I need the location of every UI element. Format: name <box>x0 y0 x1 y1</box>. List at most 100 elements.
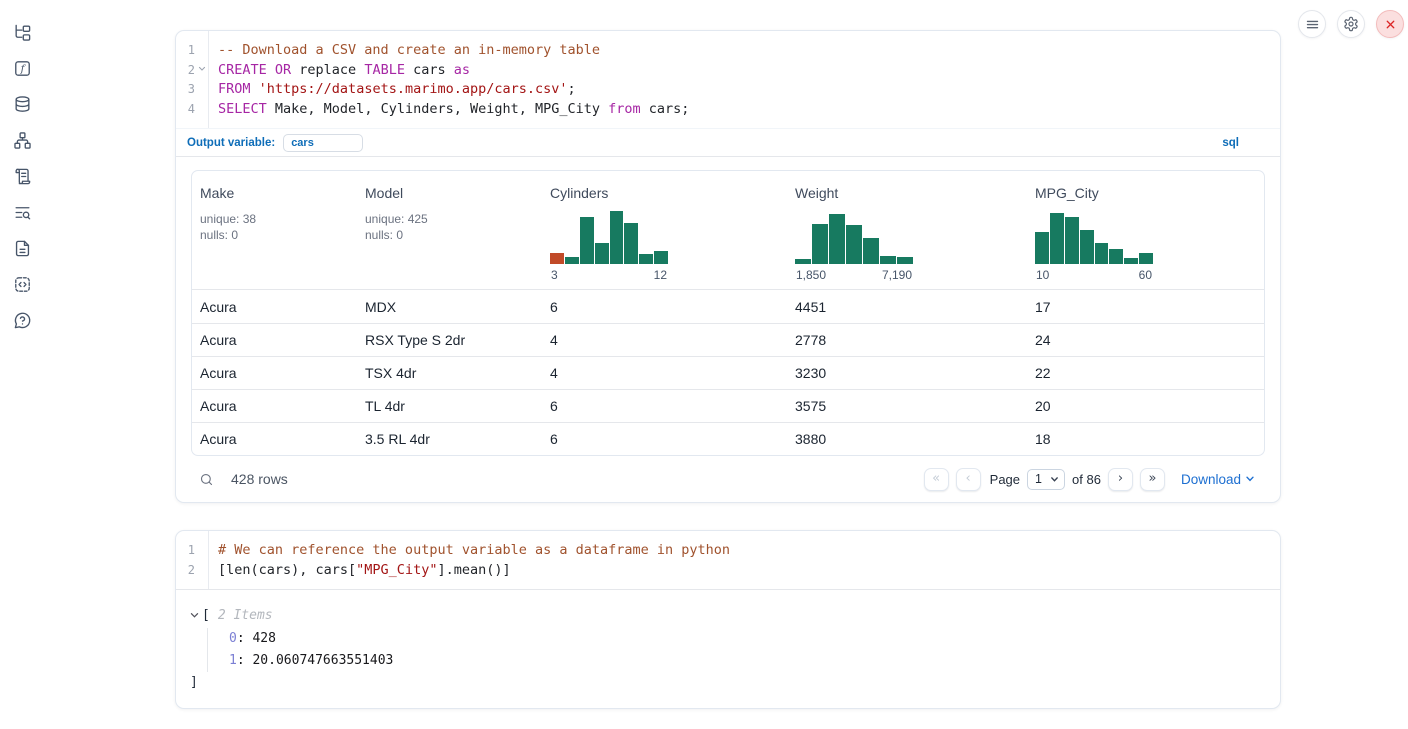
column-name: Make <box>200 185 349 201</box>
table-row[interactable]: AcuraTSX 4dr4323022 <box>192 356 1264 389</box>
search-lines-icon <box>13 203 32 222</box>
close-icon <box>1384 18 1397 31</box>
column-header-cylinders[interactable]: Cylinders312 <box>542 171 787 289</box>
menu-button[interactable] <box>1298 10 1326 38</box>
column-stats: unique: 38nulls: 0 <box>200 211 349 243</box>
sidebar-item-logs[interactable] <box>12 202 32 222</box>
table-cell: TL 4dr <box>357 398 542 414</box>
histogram-bars <box>550 211 668 264</box>
table-cell: Acura <box>192 398 357 414</box>
code-line: -- Download a CSV and create an in-memor… <box>218 41 689 61</box>
axis-min-label: 10 <box>1036 268 1049 282</box>
table-cell: 6 <box>542 398 787 414</box>
download-label: Download <box>1181 472 1241 487</box>
sidebar-item-dependencies[interactable] <box>12 130 32 150</box>
histogram-bar <box>595 243 609 264</box>
table-cell: Acura <box>192 365 357 381</box>
line-number-gutter: 1234 <box>176 31 209 128</box>
column-histogram[interactable]: 1,8507,190 <box>795 211 913 282</box>
sql-code-editor[interactable]: 1234 -- Download a CSV and create an in-m… <box>176 31 1280 128</box>
table-row[interactable]: Acura3.5 RL 4dr6388018 <box>192 422 1264 455</box>
prev-page-button[interactable]: ‹ <box>956 468 981 491</box>
sidebar-item-explorer[interactable] <box>12 22 32 42</box>
sidebar-item-documentation[interactable] <box>12 238 32 258</box>
tree-entry-value: 428 <box>252 631 275 646</box>
settings-button[interactable] <box>1337 10 1365 38</box>
sidebar-item-help[interactable] <box>12 310 32 330</box>
column-histogram[interactable]: 1060 <box>1035 211 1153 282</box>
tree-entry: 0: 428 <box>229 628 1264 650</box>
collapse-chevron-icon[interactable] <box>190 611 199 620</box>
table-row[interactable]: AcuraTL 4dr6357520 <box>192 389 1264 422</box>
page-select[interactable]: 1 <box>1027 469 1065 490</box>
histogram-axis-labels: 312 <box>550 268 668 282</box>
code-line: SELECT Make, Model, Cylinders, Weight, M… <box>218 100 689 120</box>
histogram-bar <box>639 254 653 264</box>
table-cell: 6 <box>542 431 787 447</box>
histogram-bar <box>654 251 668 264</box>
table-cell: MDX <box>357 299 542 315</box>
table-cell: 17 <box>1027 299 1264 315</box>
search-icon[interactable] <box>199 472 214 487</box>
help-bubble-icon <box>13 311 32 330</box>
histogram-bar <box>1139 253 1153 264</box>
sidebar: f <box>0 0 44 729</box>
histogram-axis-labels: 1060 <box>1035 268 1153 282</box>
tree-head: [ 2 Items <box>190 605 1264 625</box>
table-cell: 22 <box>1027 365 1264 381</box>
svg-text:f: f <box>19 63 26 75</box>
column-header-weight[interactable]: Weight 1,8507,190 <box>787 171 1027 289</box>
column-header-model[interactable]: Modelunique: 425nulls: 0 <box>357 171 542 289</box>
histogram-bar <box>1080 230 1094 264</box>
table-row[interactable]: AcuraRSX Type S 2dr4277824 <box>192 323 1264 356</box>
histogram-bar <box>580 217 594 264</box>
page-select-value: 1 <box>1035 472 1042 486</box>
table-cell: 2778 <box>787 332 1027 348</box>
fold-chevron-icon[interactable] <box>198 65 206 73</box>
table-footer: 428 rows « ‹ Page 1 of 86 › » Download <box>176 456 1280 502</box>
python-cell: 12# We can reference the output variable… <box>175 530 1281 709</box>
sidebar-item-variables[interactable]: f <box>12 58 32 78</box>
histogram-bar <box>565 257 579 264</box>
first-page-button[interactable]: « <box>924 468 949 491</box>
table-cell: 3.5 RL 4dr <box>357 431 542 447</box>
column-header-make[interactable]: Make unique: 38nulls: 0 <box>192 171 357 289</box>
table-header: Make unique: 38nulls: 0Modelunique: 425nu… <box>192 171 1264 290</box>
code-line: FROM 'https://datasets.marimo.app/cars.c… <box>218 80 689 100</box>
table-row[interactable]: AcuraMDX6445117 <box>192 290 1264 323</box>
column-header-mpg_city[interactable]: MPG_City1060 <box>1027 171 1264 289</box>
tree-entry-key: 1 <box>229 653 237 668</box>
axis-max-label: 12 <box>654 268 667 282</box>
close-bracket: ] <box>190 674 1264 692</box>
column-name: Weight <box>795 185 1019 201</box>
sidebar-item-datasources[interactable] <box>12 94 32 114</box>
table-cell: 18 <box>1027 431 1264 447</box>
download-button[interactable]: Download <box>1181 472 1255 487</box>
next-page-button[interactable]: › <box>1108 468 1133 491</box>
histogram-bar <box>1035 232 1049 264</box>
line-number: 1 <box>176 541 208 561</box>
language-badge[interactable]: sql <box>1222 137 1239 149</box>
output-variable-input[interactable] <box>283 134 363 152</box>
open-bracket: [ <box>202 608 210 623</box>
file-text-icon <box>13 239 32 258</box>
output-variable-bar: Output variable: sql <box>176 128 1280 156</box>
histogram-bars <box>1035 211 1153 264</box>
histogram-bars <box>795 211 913 264</box>
histogram-bar <box>795 259 811 264</box>
code-lines: # We can reference the output variable a… <box>209 531 730 589</box>
sidebar-item-snippets[interactable] <box>12 274 32 294</box>
histogram-bar <box>897 257 913 264</box>
line-number: 3 <box>176 80 208 100</box>
last-page-button[interactable]: » <box>1140 468 1165 491</box>
table-cell: 3880 <box>787 431 1027 447</box>
histogram-bar <box>1124 258 1138 264</box>
shutdown-button[interactable] <box>1376 10 1404 38</box>
code-line: # We can reference the output variable a… <box>218 541 730 561</box>
line-number: 1 <box>176 41 208 61</box>
python-code-editor[interactable]: 12# We can reference the output variable… <box>176 531 1280 589</box>
pagination: « ‹ Page 1 of 86 › » <box>924 468 1165 491</box>
column-histogram[interactable]: 312 <box>550 211 668 282</box>
histogram-bar <box>829 214 845 264</box>
sidebar-item-scratchpad[interactable] <box>12 166 32 186</box>
